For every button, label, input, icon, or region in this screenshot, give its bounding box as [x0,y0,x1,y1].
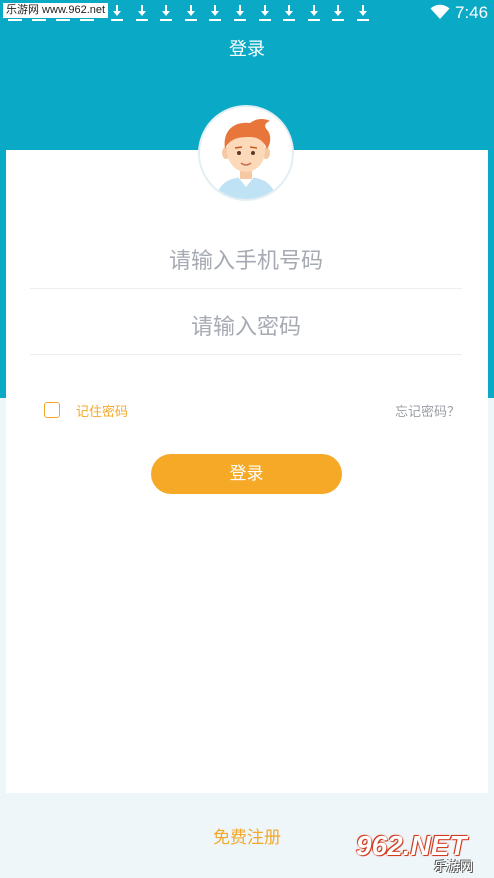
download-icon [133,3,158,23]
download-icon [231,3,256,23]
user-avatar-icon [200,107,292,199]
download-icon [157,3,182,23]
watermark-logo-cn: 乐游网 [434,860,474,875]
wifi-icon [430,4,450,19]
download-icon [329,3,354,23]
watermark-badge: 乐游网 www.962.net [3,3,109,18]
phone-input[interactable]: 请输入手机号码 [30,236,462,289]
remember-label: 记住密码 [76,404,129,420]
status-bar: 乐游网 www.962.net 7:46 [0,0,494,26]
remember-password-toggle[interactable]: 记住密码 [44,400,128,420]
avatar [198,105,294,201]
download-icon [305,3,330,23]
download-icon [280,3,305,23]
notification-icons [108,3,379,23]
page-title: 登录 [229,39,265,60]
login-button[interactable]: 登录 [151,454,342,494]
forgot-password-link[interactable]: 忘记密码？ [395,401,460,420]
notification-dashes [8,19,100,21]
download-icon [354,3,379,23]
status-time: 7:46 [455,3,489,22]
download-icon [108,3,133,23]
download-icon [256,3,281,23]
download-icon [206,3,231,23]
watermark-logo: 962.NET 乐游网 [356,830,488,875]
password-input[interactable]: 请输入密码 [30,302,462,355]
download-icon [182,3,207,23]
remember-checkbox[interactable] [44,402,60,418]
